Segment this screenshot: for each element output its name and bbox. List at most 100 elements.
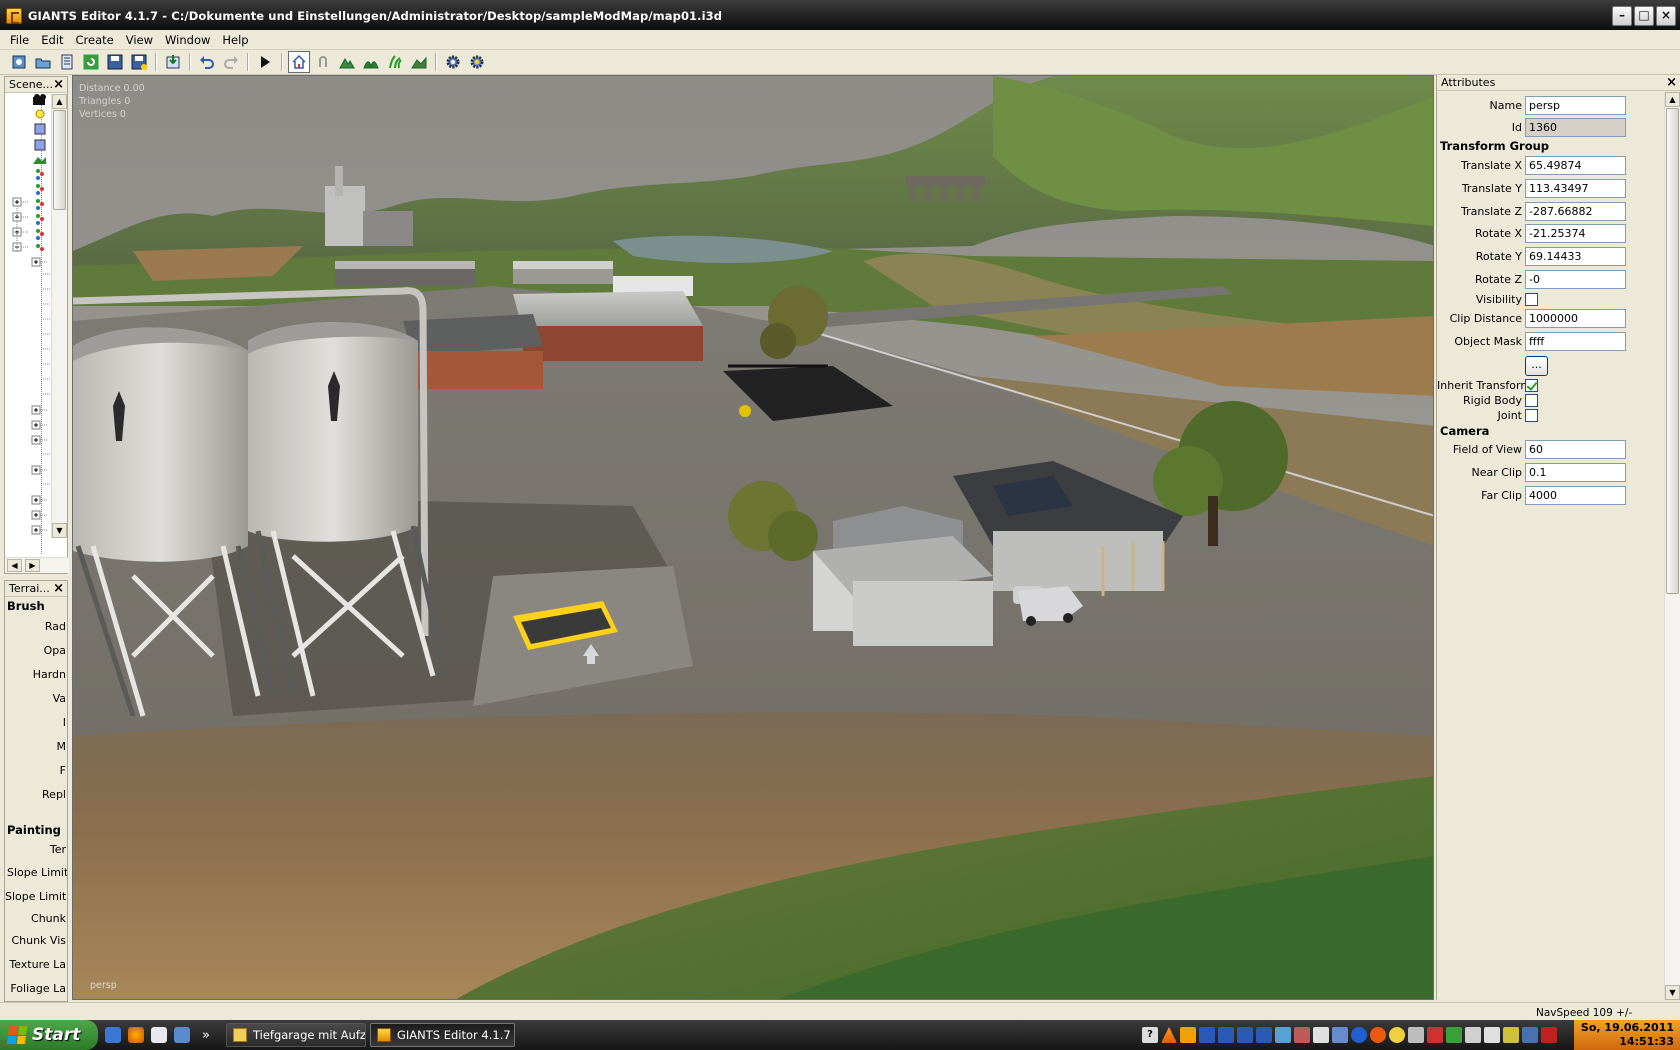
object-mask-more-button[interactable]: ... — [1525, 356, 1548, 376]
open-icon[interactable] — [32, 51, 54, 73]
vlc-icon[interactable] — [1161, 1027, 1177, 1043]
foliage-paint-icon[interactable] — [384, 51, 406, 73]
desktop-2-icon[interactable] — [1218, 1027, 1234, 1043]
terrain-smooth-icon[interactable] — [360, 51, 382, 73]
viewport-stats: Distance 0.00 Triangles 0 Vertices 0 — [79, 82, 145, 121]
import-icon[interactable] — [162, 51, 184, 73]
network-icon[interactable] — [1275, 1027, 1291, 1043]
window-quicklaunch-icon[interactable] — [174, 1027, 190, 1043]
scene-tree[interactable] — [5, 94, 52, 554]
attributes-vertical-scrollbar[interactable]: ▲ ▼ — [1664, 92, 1680, 1000]
home-icon[interactable] — [288, 51, 310, 73]
viewport-vertices: Vertices 0 — [79, 109, 126, 120]
list-icon[interactable] — [56, 51, 78, 73]
warning-icon[interactable] — [1427, 1027, 1443, 1043]
menu-view[interactable]: View — [120, 33, 159, 47]
firefox-quicklaunch-icon[interactable] — [128, 1027, 144, 1043]
rotate-x-field[interactable]: -21.25374 — [1525, 223, 1626, 243]
viewport-camera-name: persp — [90, 980, 117, 991]
printer-icon[interactable] — [1484, 1027, 1500, 1043]
clip-distance-field[interactable]: 1000000 — [1525, 308, 1626, 328]
menu-help[interactable]: Help — [216, 33, 254, 47]
k-icon[interactable] — [1180, 1027, 1196, 1043]
near-clip-field[interactable]: 0.1 — [1525, 462, 1626, 482]
far-clip-field[interactable]: 4000 — [1525, 485, 1626, 505]
menu-file[interactable]: File — [4, 33, 35, 47]
scroll-right-icon[interactable]: ▶ — [25, 559, 40, 572]
desktop-3-icon[interactable] — [1237, 1027, 1253, 1043]
folder-icon — [232, 1028, 247, 1042]
terrain-close-icon[interactable]: × — [53, 581, 64, 596]
pen-icon[interactable] — [1503, 1027, 1519, 1043]
quicklaunch-overflow-icon[interactable]: » — [202, 1028, 210, 1043]
ie-quicklaunch-icon[interactable] — [105, 1027, 121, 1043]
scenegraph-close-icon[interactable]: × — [53, 77, 64, 92]
start-button[interactable]: Start — [0, 1020, 98, 1050]
power-icon[interactable] — [1541, 1027, 1557, 1043]
refresh-icon[interactable] — [80, 51, 102, 73]
taskbar-item-giants-editor[interactable]: GIANTS Editor 4.1.7 -... — [369, 1023, 515, 1047]
terrain-paint-icon[interactable] — [408, 51, 430, 73]
settings-gear-icon[interactable] — [442, 51, 464, 73]
help-icon[interactable]: ? — [1142, 1027, 1158, 1043]
name-field[interactable]: persp — [1525, 95, 1626, 115]
close-button[interactable]: × — [1656, 6, 1676, 26]
document-quicklaunch-icon[interactable] — [151, 1027, 167, 1043]
maximize-button[interactable]: □ — [1634, 6, 1654, 26]
3d-viewport[interactable]: Distance 0.00 Triangles 0 Vertices 0 per… — [72, 75, 1434, 1000]
scroll-up-icon[interactable]: ▲ — [52, 94, 67, 109]
speaker-icon[interactable] — [1408, 1027, 1424, 1043]
taskbar-clock[interactable]: So, 19.06.2011 14:51:33 — [1574, 1020, 1680, 1050]
calendar-icon[interactable] — [1313, 1027, 1329, 1043]
menu-edit[interactable]: Edit — [35, 33, 69, 47]
scroll-left-icon[interactable]: ◀ — [7, 559, 22, 572]
check-icon[interactable] — [1446, 1027, 1462, 1043]
translate-x-field[interactable]: 65.49874 — [1525, 155, 1626, 175]
new-scene-icon[interactable] — [8, 51, 30, 73]
lock-icon[interactable] — [312, 51, 334, 73]
avast-icon[interactable] — [1370, 1027, 1386, 1043]
tool-icon[interactable] — [1294, 1027, 1310, 1043]
brush-label-7: F — [59, 764, 66, 777]
field-of-view-field[interactable]: 60 — [1525, 439, 1626, 459]
attributes-close-icon[interactable]: × — [1666, 75, 1677, 90]
visibility-checkbox[interactable] — [1525, 292, 1538, 306]
desktop-1-icon[interactable] — [1199, 1027, 1215, 1043]
flag-icon[interactable] — [1465, 1027, 1481, 1043]
save-icon[interactable] — [104, 51, 126, 73]
brush-value-label: Va — [52, 692, 66, 705]
moon-icon[interactable] — [1389, 1027, 1405, 1043]
taskbar-item-tiefgarage[interactable]: Tiefgarage mit Aufzug — [225, 1023, 366, 1047]
scroll-down-icon[interactable]: ▼ — [1665, 985, 1680, 1000]
scroll-up-icon[interactable]: ▲ — [1665, 92, 1680, 107]
painting-section-title: Painting — [7, 823, 61, 837]
camera-section: Camera — [1440, 424, 1490, 438]
play-icon[interactable] — [254, 51, 276, 73]
rotate-y-field[interactable]: 69.14433 — [1525, 246, 1626, 266]
shield-icon[interactable] — [1522, 1027, 1538, 1043]
slope-limit-label: Slope Limit — [5, 890, 67, 903]
terrain-raise-icon[interactable] — [336, 51, 358, 73]
scroll-thumb[interactable] — [53, 110, 66, 210]
bluetooth-icon[interactable] — [1351, 1027, 1367, 1043]
giants-editor-task-icon — [376, 1028, 391, 1042]
render-gear-icon[interactable] — [466, 51, 488, 73]
menu-create[interactable]: Create — [70, 33, 120, 47]
translate-z-label: Translate Z — [1461, 204, 1522, 218]
desktop-4-icon[interactable] — [1256, 1027, 1272, 1043]
undo-icon[interactable] — [196, 51, 218, 73]
save-all-icon[interactable] — [128, 51, 150, 73]
joint-checkbox[interactable] — [1525, 408, 1538, 422]
menu-window[interactable]: Window — [159, 33, 216, 47]
minimize-button[interactable]: – — [1612, 6, 1632, 26]
scroll-down-icon[interactable]: ▼ — [52, 523, 67, 538]
rotate-z-field[interactable]: -0 — [1525, 269, 1626, 289]
security-icon[interactable] — [1332, 1027, 1348, 1043]
scenegraph-horizontal-scrollbar[interactable]: ◀ ▶ — [5, 557, 69, 573]
translate-y-field[interactable]: 113.43497 — [1525, 178, 1626, 198]
redo-icon[interactable] — [220, 51, 242, 73]
translate-z-field[interactable]: -287.66882 — [1525, 201, 1626, 221]
scroll-thumb[interactable] — [1666, 108, 1679, 594]
scenegraph-vertical-scrollbar[interactable]: ▲ ▼ — [51, 94, 67, 538]
object-mask-field[interactable]: ffff — [1525, 331, 1626, 351]
